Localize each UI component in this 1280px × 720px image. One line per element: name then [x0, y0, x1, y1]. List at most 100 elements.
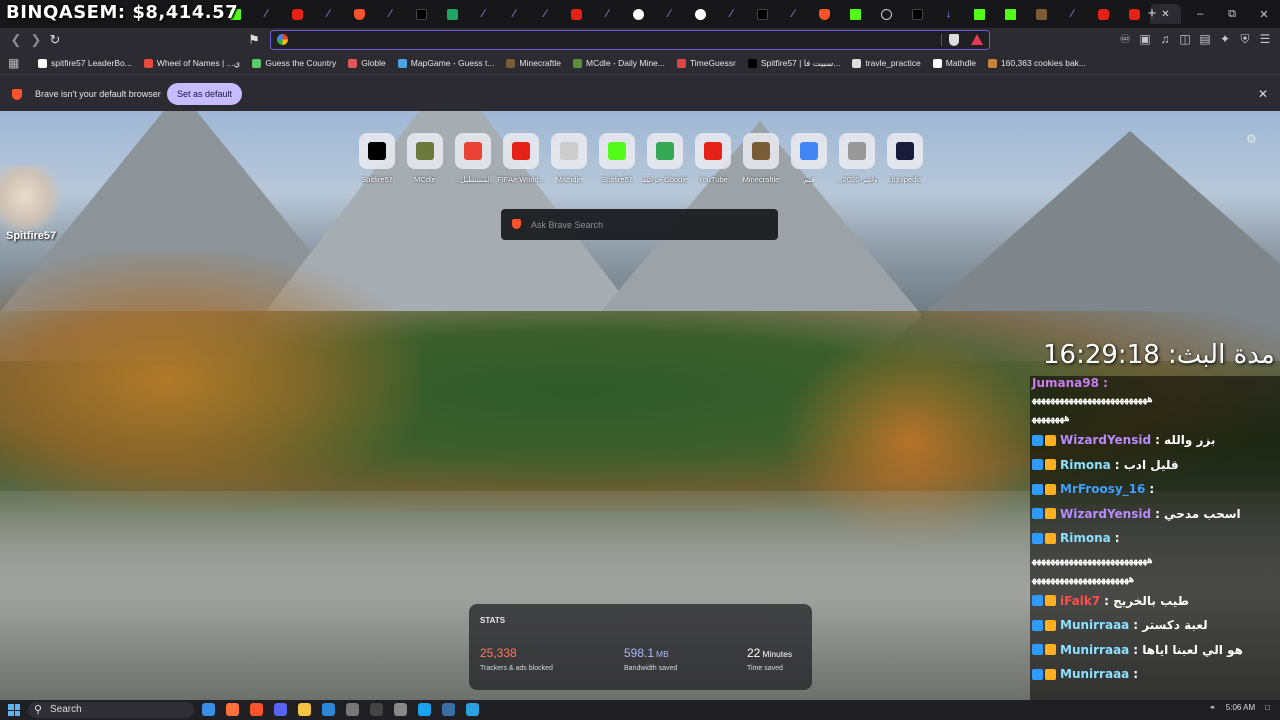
- wallet-icon[interactable]: ▤: [1198, 31, 1212, 47]
- telegram-icon[interactable]: [466, 703, 479, 716]
- menu-icon[interactable]: ☰: [1258, 31, 1272, 47]
- top-site-tile[interactable]: Spitfire57: [596, 133, 638, 184]
- address-bar[interactable]: [270, 30, 990, 50]
- bookmark-item[interactable]: Spitfire57 | سبيت فا...: [747, 58, 840, 69]
- tab[interactable]: [995, 4, 1026, 24]
- tab[interactable]: ∕: [375, 4, 406, 24]
- sidebar-icon[interactable]: ◫: [1178, 31, 1192, 47]
- bookmark-item[interactable]: Mathdle: [932, 58, 976, 68]
- brave-lion-icon: [12, 89, 22, 100]
- tab[interactable]: [840, 4, 871, 24]
- search-input[interactable]: [531, 217, 761, 232]
- bookmark-label: TimeGuessr: [689, 58, 736, 68]
- bookmark-item[interactable]: MapGame - Guess t...: [397, 58, 494, 68]
- top-site-tile[interactable]: YouTube: [692, 133, 734, 184]
- restore-button[interactable]: ⧉: [1216, 0, 1248, 28]
- apps-icon[interactable]: ▦: [8, 56, 24, 70]
- leo-icon[interactable]: ✦: [1218, 31, 1232, 47]
- brave-icon[interactable]: [250, 703, 263, 716]
- top-site-tile[interactable]: قيم: [788, 133, 830, 184]
- tab[interactable]: ∕: [499, 4, 530, 24]
- bookmark-icon[interactable]: ⚑: [246, 32, 262, 48]
- bookmark-item[interactable]: spitfire57 LeaderBo...: [38, 58, 132, 68]
- forward-button[interactable]: ❯: [28, 32, 44, 48]
- app-icon[interactable]: [394, 703, 407, 716]
- top-site-tile[interactable]: Mathdle: [548, 133, 590, 184]
- tab[interactable]: [1088, 4, 1119, 24]
- taskbar-search[interactable]: ⚲ Search: [28, 702, 194, 718]
- bookmark-item[interactable]: Globle: [348, 58, 386, 68]
- copilot-icon[interactable]: [202, 703, 215, 716]
- tab[interactable]: ∕: [251, 4, 282, 24]
- bookmark-item[interactable]: Minecraftle: [506, 58, 561, 68]
- tab-search-icon[interactable]: ▣: [1138, 31, 1152, 47]
- app-icon[interactable]: [418, 703, 431, 716]
- top-site-tile[interactable]: Minecraftle: [740, 133, 782, 184]
- top-site-tile[interactable]: Liquipedia: [884, 133, 926, 184]
- bookmark-item[interactable]: Wheel of Names | ...ي: [143, 58, 240, 69]
- bookmark-item[interactable]: 160,363 cookies bak...: [987, 58, 1086, 68]
- vpn-icon[interactable]: ⛨: [1238, 31, 1252, 47]
- file-explorer-icon[interactable]: [298, 703, 311, 716]
- tab[interactable]: ∕: [1057, 4, 1088, 24]
- discord-icon[interactable]: [274, 703, 287, 716]
- settings-gear-icon[interactable]: ⚙: [1246, 132, 1257, 146]
- notifications-icon[interactable]: □: [1265, 703, 1270, 712]
- chat-text: :: [1133, 667, 1139, 681]
- tab[interactable]: [561, 4, 592, 24]
- tab[interactable]: [902, 4, 933, 24]
- top-site-tile[interactable]: خرائط Google: [642, 133, 688, 184]
- close-window-button[interactable]: ✕: [1248, 0, 1280, 28]
- bookmark-item[interactable]: Guess the Country: [252, 58, 336, 68]
- taskbar-clock[interactable]: 5:06 AM: [1226, 703, 1255, 712]
- tab[interactable]: [437, 4, 468, 24]
- tab[interactable]: ∕: [468, 4, 499, 24]
- network-icon[interactable]: ⚭: [1209, 703, 1216, 712]
- brave-rewards-icon[interactable]: [971, 34, 983, 45]
- address-input[interactable]: [295, 32, 935, 48]
- tab[interactable]: [344, 4, 375, 24]
- set-as-default-button[interactable]: Set as default: [167, 83, 243, 105]
- firefox-icon[interactable]: [226, 703, 239, 716]
- tab[interactable]: [809, 4, 840, 24]
- brave-search-box[interactable]: [501, 209, 778, 240]
- tab[interactable]: [282, 4, 313, 24]
- brave-shields-icon[interactable]: [949, 34, 959, 46]
- tab[interactable]: ∕: [654, 4, 685, 24]
- tab[interactable]: [964, 4, 995, 24]
- tab[interactable]: [406, 4, 437, 24]
- top-site-tile[interactable]: Spitfire57: [356, 133, 398, 184]
- reload-button[interactable]: ↻: [47, 32, 63, 48]
- tab[interactable]: [1026, 4, 1057, 24]
- back-button[interactable]: ❮: [8, 32, 24, 48]
- tab[interactable]: [623, 4, 654, 24]
- new-tab-button[interactable]: +: [1143, 5, 1161, 23]
- tab[interactable]: ∕: [716, 4, 747, 24]
- tab[interactable]: [871, 4, 902, 24]
- tab[interactable]: ∕: [313, 4, 344, 24]
- app-icon[interactable]: [442, 703, 455, 716]
- bookmark-item[interactable]: TimeGuessr: [676, 58, 736, 68]
- obs-icon[interactable]: [346, 703, 359, 716]
- tab[interactable]: [685, 4, 716, 24]
- terminal-icon[interactable]: [370, 703, 383, 716]
- top-site-tile[interactable]: ...المستطيل: [452, 133, 494, 184]
- media-icon[interactable]: ♫: [1158, 31, 1172, 47]
- top-site-tile[interactable]: MCdle: [404, 133, 446, 184]
- top-site-tile[interactable]: FIFAe World...: [497, 133, 545, 184]
- minimize-button[interactable]: –: [1184, 0, 1216, 28]
- tab[interactable]: ∕: [530, 4, 561, 24]
- tab[interactable]: ↓: [933, 4, 964, 24]
- store-icon[interactable]: [322, 703, 335, 716]
- tab[interactable]: ∕: [778, 4, 809, 24]
- site-icon: [896, 142, 914, 160]
- bookmark-item[interactable]: MCdle - Daily Mine...: [572, 58, 665, 68]
- close-icon[interactable]: ✕: [1258, 87, 1268, 101]
- top-site-tile[interactable]: ...واشر 2026: [836, 133, 878, 184]
- tab[interactable]: [747, 4, 778, 24]
- tab[interactable]: ∕: [592, 4, 623, 24]
- extensions-icon[interactable]: ♾: [1118, 31, 1132, 47]
- youtube-icon: [1098, 8, 1109, 20]
- bookmark-item[interactable]: travle_practice: [852, 58, 921, 68]
- windows-start-icon[interactable]: [8, 704, 20, 716]
